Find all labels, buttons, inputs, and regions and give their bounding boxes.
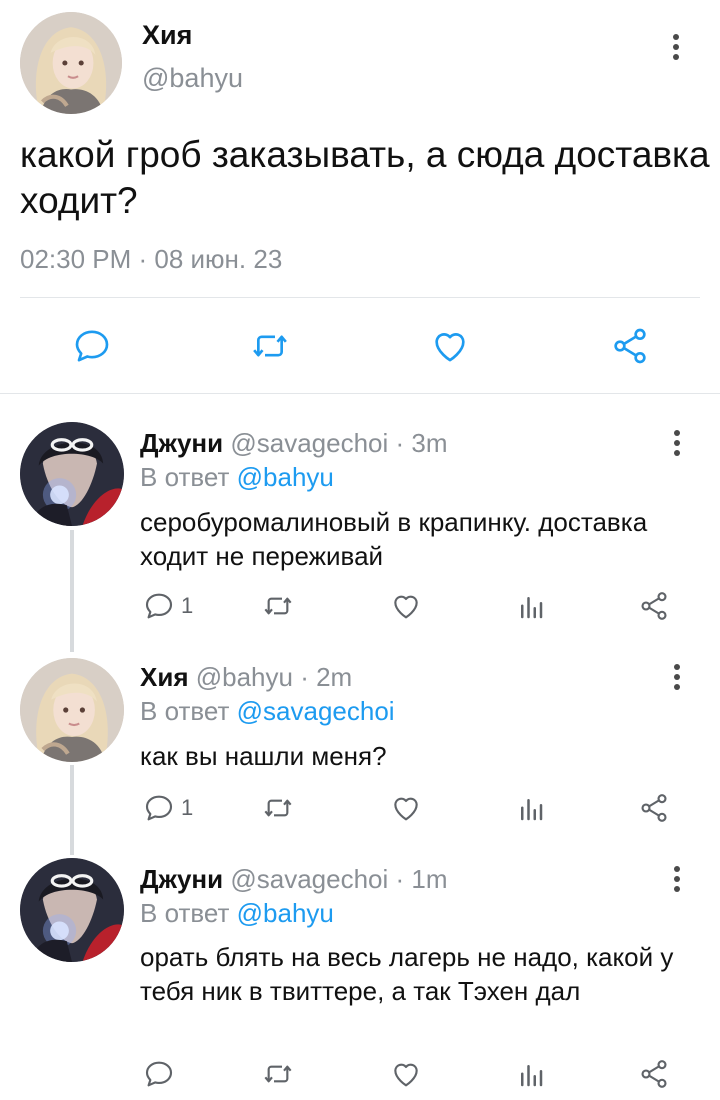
retweet-icon[interactable] (250, 326, 290, 371)
author-handle[interactable]: @bahyu (142, 63, 243, 94)
reply-prefix: В ответ (140, 462, 230, 492)
analytics-icon[interactable] (516, 1060, 546, 1090)
comment-button[interactable] (143, 1058, 181, 1090)
reply-to-link[interactable]: @bahyu (237, 898, 334, 928)
share-icon[interactable] (638, 1058, 670, 1090)
tweet-timestamp: 02:30 PM · 08 июн. 23 (20, 244, 283, 274)
heart-icon[interactable] (390, 1058, 422, 1090)
reply-to-line: В ответ @bahyu (140, 462, 334, 493)
reply-author-name[interactable]: Хия (140, 662, 189, 692)
comment-count: 1 (181, 593, 194, 618)
reply-to-link[interactable]: @savagechoi (237, 696, 395, 726)
thread-line (70, 530, 74, 652)
reply-text: как вы нашли меня? (140, 741, 387, 771)
share-icon[interactable] (638, 792, 670, 824)
comment-button[interactable]: 1 (143, 590, 193, 622)
more-vertical-icon[interactable] (674, 866, 682, 896)
tweet-text: какой гроб заказывать, а сюда доставка х… (20, 134, 710, 221)
heart-icon[interactable] (390, 590, 422, 622)
thread-line (70, 765, 74, 855)
reply-time: · 2m (300, 662, 353, 692)
retweet-icon[interactable] (262, 792, 294, 824)
reply-prefix: В ответ (140, 898, 230, 928)
reply-time: · 1m (395, 864, 448, 894)
more-vertical-icon[interactable] (674, 664, 682, 694)
more-vertical-icon[interactable] (674, 430, 682, 460)
reply-time: · 3m (395, 428, 448, 458)
analytics-icon[interactable] (516, 592, 546, 622)
reply-avatar[interactable] (20, 422, 124, 526)
comment-button[interactable]: 1 (143, 792, 193, 824)
share-icon[interactable] (610, 326, 650, 371)
reply-text: орать блять на весь лагерь не надо, како… (140, 942, 674, 1006)
comment-icon (143, 1058, 175, 1090)
retweet-icon[interactable] (262, 1058, 294, 1090)
reply-author-name[interactable]: Джуни (140, 864, 223, 894)
reply-header: Джуни @savagechoi · 3m (140, 428, 448, 459)
reply-handle[interactable]: @savagechoi (230, 864, 388, 894)
reply-text: серобуромалиновый в крапинку. доставка х… (140, 507, 648, 571)
reply-handle[interactable]: @bahyu (196, 662, 293, 692)
heart-icon[interactable] (390, 792, 422, 824)
reply-handle[interactable]: @savagechoi (230, 428, 388, 458)
heart-icon[interactable] (430, 326, 470, 371)
more-vertical-icon[interactable] (673, 34, 681, 64)
comment-count: 1 (181, 795, 194, 820)
reply-avatar[interactable] (20, 658, 124, 762)
reply-avatar[interactable] (20, 858, 124, 962)
reply-prefix: В ответ (140, 696, 230, 726)
reply-header: Джуни @savagechoi · 1m (140, 864, 448, 895)
reply-header: Хия @bahyu · 2m (140, 662, 352, 693)
comment-icon (143, 590, 175, 622)
analytics-icon[interactable] (516, 794, 546, 824)
reply-to-line: В ответ @bahyu (140, 898, 334, 929)
reply-to-line: В ответ @savagechoi (140, 696, 395, 727)
author-avatar[interactable] (20, 12, 122, 114)
reply-to-link[interactable]: @bahyu (237, 462, 334, 492)
share-icon[interactable] (638, 590, 670, 622)
author-name[interactable]: Хия (142, 20, 192, 51)
divider (0, 393, 720, 394)
divider (20, 297, 700, 298)
retweet-icon[interactable] (262, 590, 294, 622)
comment-icon[interactable] (72, 326, 112, 371)
reply-author-name[interactable]: Джуни (140, 428, 223, 458)
comment-icon (143, 792, 175, 824)
